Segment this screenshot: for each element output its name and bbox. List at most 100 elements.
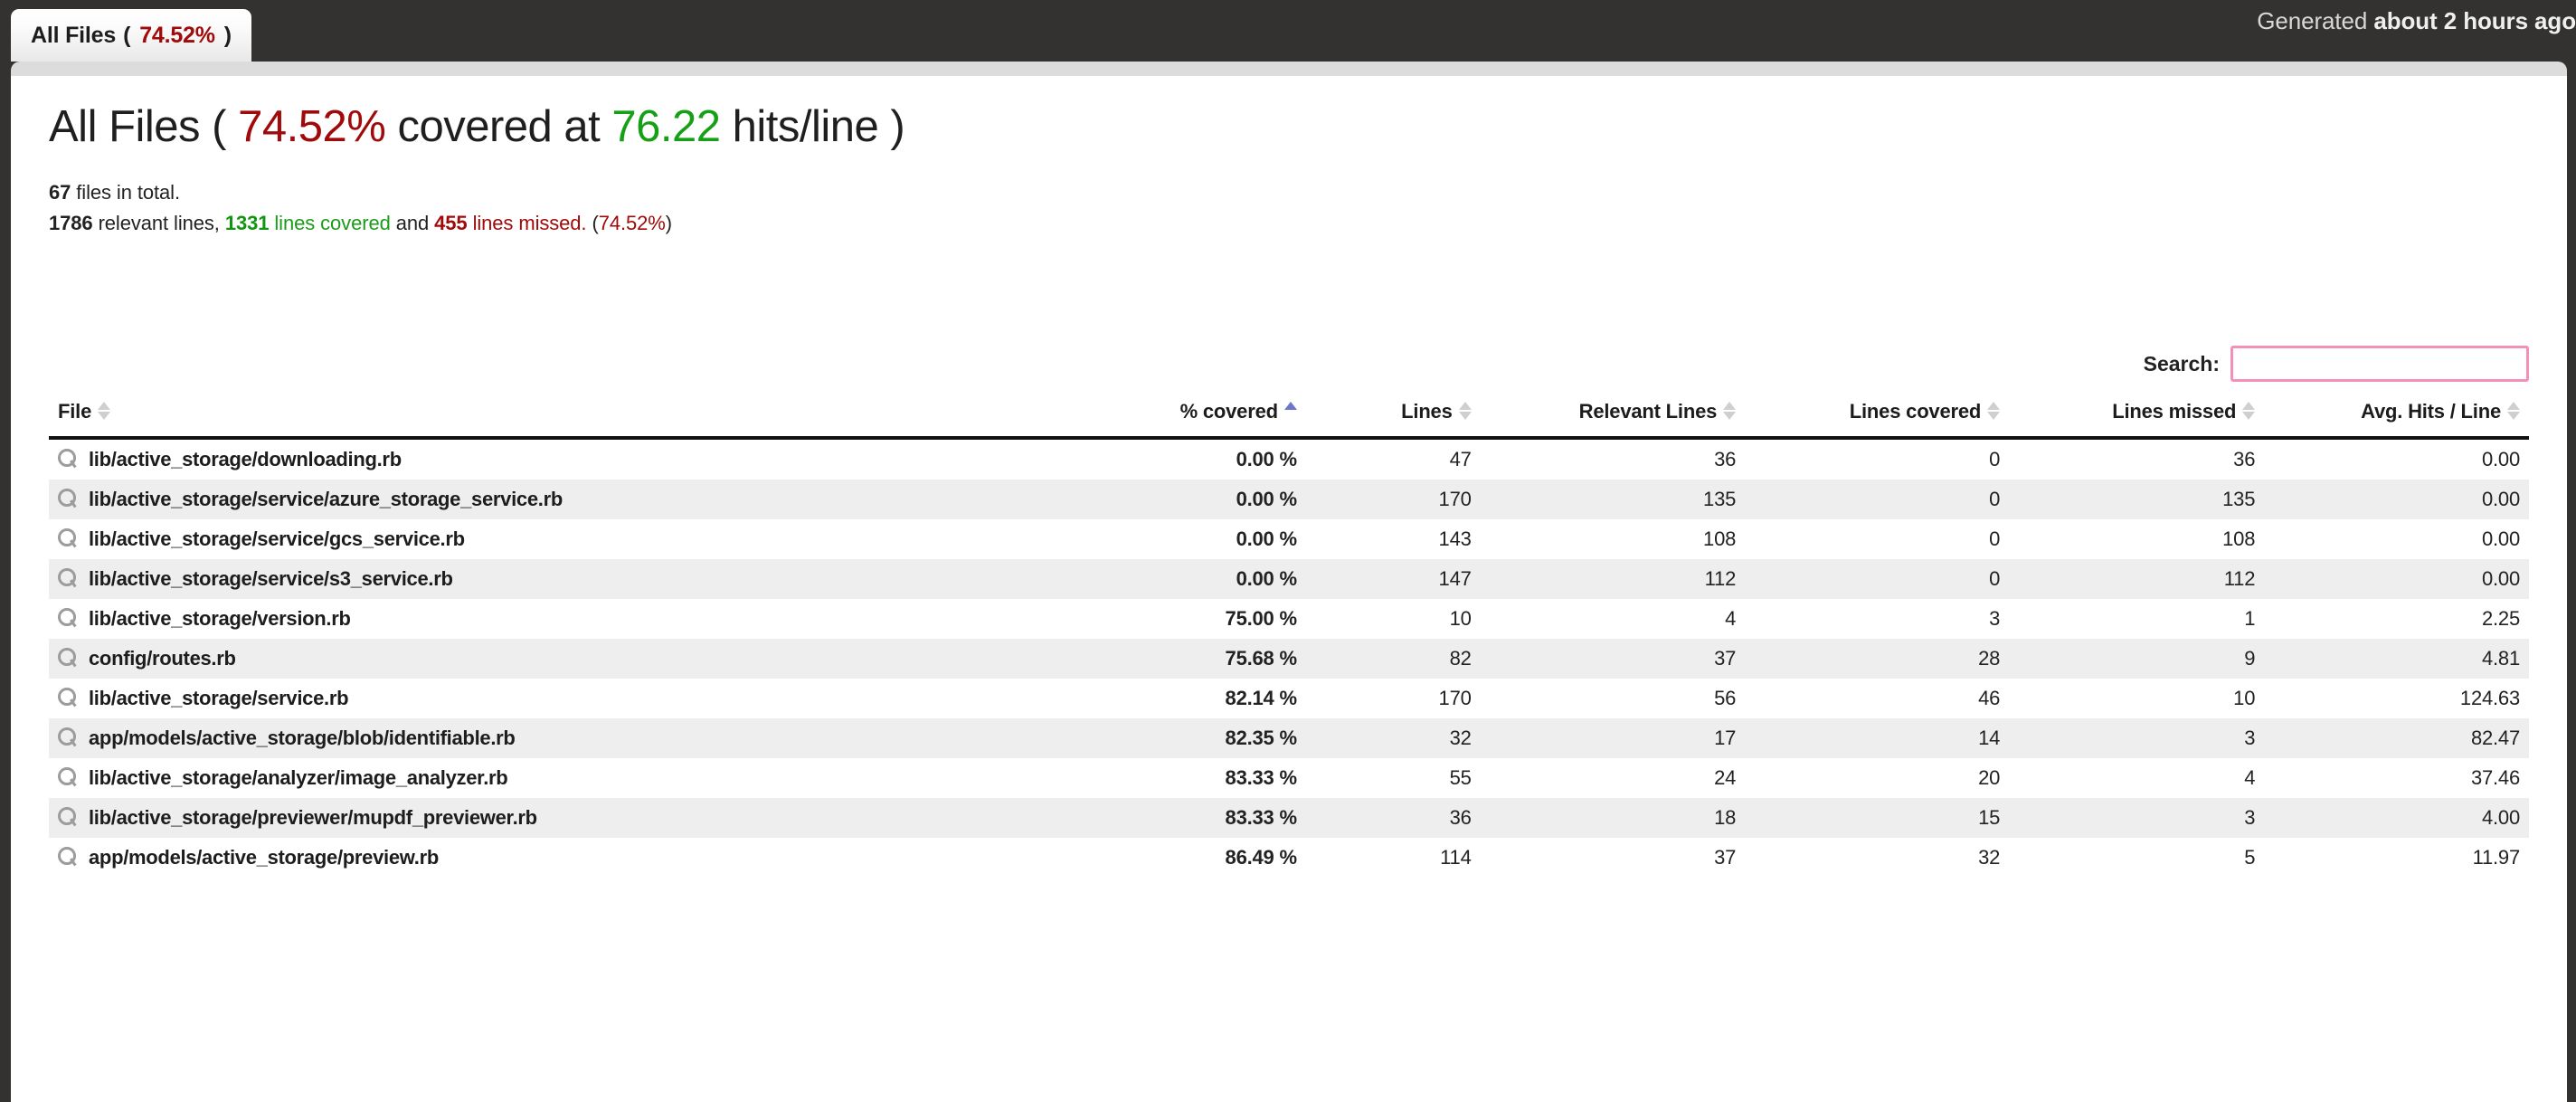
generated-value: about 2 hours ago bbox=[2373, 7, 2576, 34]
table-row[interactable]: lib/active_storage/service/s3_service.rb… bbox=[49, 559, 2529, 599]
file-link[interactable]: lib/active_storage/version.rb bbox=[89, 607, 351, 630]
cell-lines-covered: 0 bbox=[1989, 488, 2001, 510]
cell-avg-hits: 37.46 bbox=[2470, 766, 2520, 789]
file-link[interactable]: lib/active_storage/analyzer/image_analyz… bbox=[89, 766, 508, 789]
sort-icon-file[interactable] bbox=[98, 401, 111, 421]
cell-lines: 36 bbox=[1449, 806, 1472, 829]
summary-total-percent: 74.52% bbox=[598, 212, 666, 234]
cell-relevant-lines: 36 bbox=[1714, 448, 1737, 470]
table-row[interactable]: lib/active_storage/previewer/mupdf_previ… bbox=[49, 798, 2529, 838]
content-area: All Files ( 74.52% covered at 76.22 hits… bbox=[11, 76, 2567, 239]
magnifier-icon[interactable] bbox=[58, 568, 78, 588]
generated-timestamp: Generated about 2 hours ago bbox=[2257, 7, 2576, 35]
cell-relevant-lines: 24 bbox=[1714, 766, 1737, 789]
cell-percent-covered: 82.35 % bbox=[1225, 727, 1298, 749]
cell-avg-hits: 4.00 bbox=[2481, 806, 2520, 829]
page-panel-inner: All Files ( 74.52% covered at 76.22 hits… bbox=[11, 76, 2567, 1102]
column-header-lines-covered[interactable]: Lines covered bbox=[1745, 394, 2010, 440]
cell-percent-covered: 83.33 % bbox=[1225, 806, 1298, 829]
column-header-lines-missed-label: Lines missed bbox=[2112, 400, 2237, 423]
table-row[interactable]: config/routes.rb 75.68 % 82 37 28 9 4.81 bbox=[49, 639, 2529, 679]
sort-icon-lines[interactable] bbox=[1458, 401, 1472, 421]
magnifier-icon[interactable] bbox=[58, 528, 78, 548]
table-row[interactable]: lib/active_storage/service/gcs_service.r… bbox=[49, 519, 2529, 559]
column-header-percent-covered[interactable]: % covered bbox=[1085, 394, 1306, 440]
cell-lines-missed: 112 bbox=[2223, 567, 2256, 590]
table-row[interactable]: lib/active_storage/service.rb 82.14 % 170 5… bbox=[49, 679, 2529, 718]
coverage-table-head: File % covered Lines Relevant Lines Line… bbox=[49, 394, 2529, 440]
file-link[interactable]: lib/active_storage/service/s3_service.rb bbox=[89, 567, 453, 590]
cell-lines: 170 bbox=[1438, 687, 1472, 709]
magnifier-icon[interactable] bbox=[58, 688, 78, 708]
cell-relevant-lines: 4 bbox=[1725, 607, 1737, 630]
magnifier-icon[interactable] bbox=[58, 727, 78, 747]
column-header-lines[interactable]: Lines bbox=[1305, 394, 1481, 440]
file-link[interactable]: lib/active_storage/downloading.rb bbox=[89, 448, 402, 470]
cell-relevant-lines: 108 bbox=[1703, 527, 1737, 550]
magnifier-icon[interactable] bbox=[58, 449, 78, 469]
magnifier-icon[interactable] bbox=[58, 807, 78, 827]
column-header-relevant-lines[interactable]: Relevant Lines bbox=[1480, 394, 1746, 440]
search-input[interactable] bbox=[2230, 346, 2529, 382]
sort-icon-ascending-percent-covered[interactable] bbox=[1283, 401, 1297, 421]
magnifier-icon[interactable] bbox=[58, 767, 78, 787]
search-control: Search: bbox=[2144, 346, 2529, 382]
column-header-lines-missed[interactable]: Lines missed bbox=[2009, 394, 2265, 440]
cell-lines-covered: 15 bbox=[1978, 806, 2001, 829]
table-row[interactable]: app/models/active_storage/blob/identifia… bbox=[49, 718, 2529, 758]
magnifier-icon[interactable] bbox=[58, 648, 78, 668]
sort-icon-avg-hits-per-line[interactable] bbox=[2507, 401, 2520, 421]
page-title-percent: 74.52% bbox=[238, 102, 386, 151]
cell-lines-covered: 20 bbox=[1978, 766, 2001, 789]
page-title-hits-unit: hits/line bbox=[732, 102, 879, 151]
cell-percent-covered: 75.00 % bbox=[1225, 607, 1298, 630]
cell-lines-missed: 3 bbox=[2244, 727, 2256, 749]
cell-lines-covered: 14 bbox=[1978, 727, 2001, 749]
file-link[interactable]: lib/active_storage/service/gcs_service.r… bbox=[89, 527, 465, 550]
cell-avg-hits: 0.00 bbox=[2481, 488, 2520, 510]
file-link[interactable]: app/models/active_storage/preview.rb bbox=[89, 846, 439, 869]
cell-file: lib/active_storage/service/azure_storage… bbox=[49, 480, 1086, 519]
sort-icon-relevant-lines[interactable] bbox=[1723, 401, 1737, 421]
file-link[interactable]: config/routes.rb bbox=[89, 647, 236, 670]
table-row[interactable]: lib/active_storage/service/azure_storage… bbox=[49, 480, 2529, 519]
cell-lines: 55 bbox=[1449, 766, 1472, 789]
cell-lines-missed: 4 bbox=[2244, 766, 2256, 789]
tab-coverage-percent: 74.52% bbox=[139, 22, 215, 48]
cell-relevant-lines: 18 bbox=[1714, 806, 1737, 829]
cell-lines-covered: 46 bbox=[1978, 687, 2001, 709]
column-header-file[interactable]: File bbox=[49, 394, 1086, 440]
file-link[interactable]: lib/active_storage/service/azure_storage… bbox=[89, 488, 563, 510]
table-row[interactable]: app/models/active_storage/preview.rb 86.4… bbox=[49, 838, 2529, 878]
file-link[interactable]: lib/active_storage/previewer/mupdf_previ… bbox=[89, 806, 537, 829]
cell-lines-missed: 5 bbox=[2244, 846, 2256, 869]
cell-relevant-lines: 112 bbox=[1704, 567, 1737, 590]
summary-block: 67 files in total. 1786 relevant lines, … bbox=[49, 177, 2529, 239]
cell-file: lib/active_storage/analyzer/image_analyz… bbox=[49, 758, 1086, 798]
table-row[interactable]: lib/active_storage/version.rb 75.00 % 10 4 3… bbox=[49, 599, 2529, 639]
cell-lines-missed: 1 bbox=[2244, 607, 2256, 630]
magnifier-icon[interactable] bbox=[58, 847, 78, 867]
cell-lines-missed: 108 bbox=[2222, 527, 2256, 550]
tab-open-paren: ( bbox=[123, 22, 131, 48]
table-row[interactable]: lib/active_storage/analyzer/image_analyz… bbox=[49, 758, 2529, 798]
table-row[interactable]: lib/active_storage/downloading.rb 0.00 % 4… bbox=[49, 438, 2529, 480]
search-label: Search: bbox=[2143, 351, 2220, 375]
cell-lines: 82 bbox=[1449, 647, 1472, 670]
column-header-avg-hits-per-line[interactable]: Avg. Hits / Line bbox=[2264, 394, 2529, 440]
summary-files-suffix: files in total. bbox=[76, 181, 180, 204]
cell-avg-hits: 0.00 bbox=[2481, 448, 2520, 470]
magnifier-icon[interactable] bbox=[58, 608, 78, 628]
column-header-relevant-lines-label: Relevant Lines bbox=[1578, 400, 1718, 423]
cell-lines-missed: 135 bbox=[2222, 488, 2256, 510]
tab-all-files[interactable]: All Files ( 74.52% ) bbox=[11, 9, 251, 62]
cell-lines: 10 bbox=[1449, 607, 1472, 630]
cell-lines-covered: 32 bbox=[1978, 846, 2001, 869]
sort-icon-lines-covered[interactable] bbox=[1987, 401, 2001, 421]
sort-icon-lines-missed[interactable] bbox=[2242, 401, 2256, 421]
file-link[interactable]: lib/active_storage/service.rb bbox=[89, 687, 349, 709]
cell-percent-covered: 75.68 % bbox=[1225, 647, 1298, 670]
file-link[interactable]: app/models/active_storage/blob/identifia… bbox=[89, 727, 516, 749]
page-title: All Files ( 74.52% covered at 76.22 hits… bbox=[49, 76, 2529, 152]
magnifier-icon[interactable] bbox=[58, 489, 78, 508]
